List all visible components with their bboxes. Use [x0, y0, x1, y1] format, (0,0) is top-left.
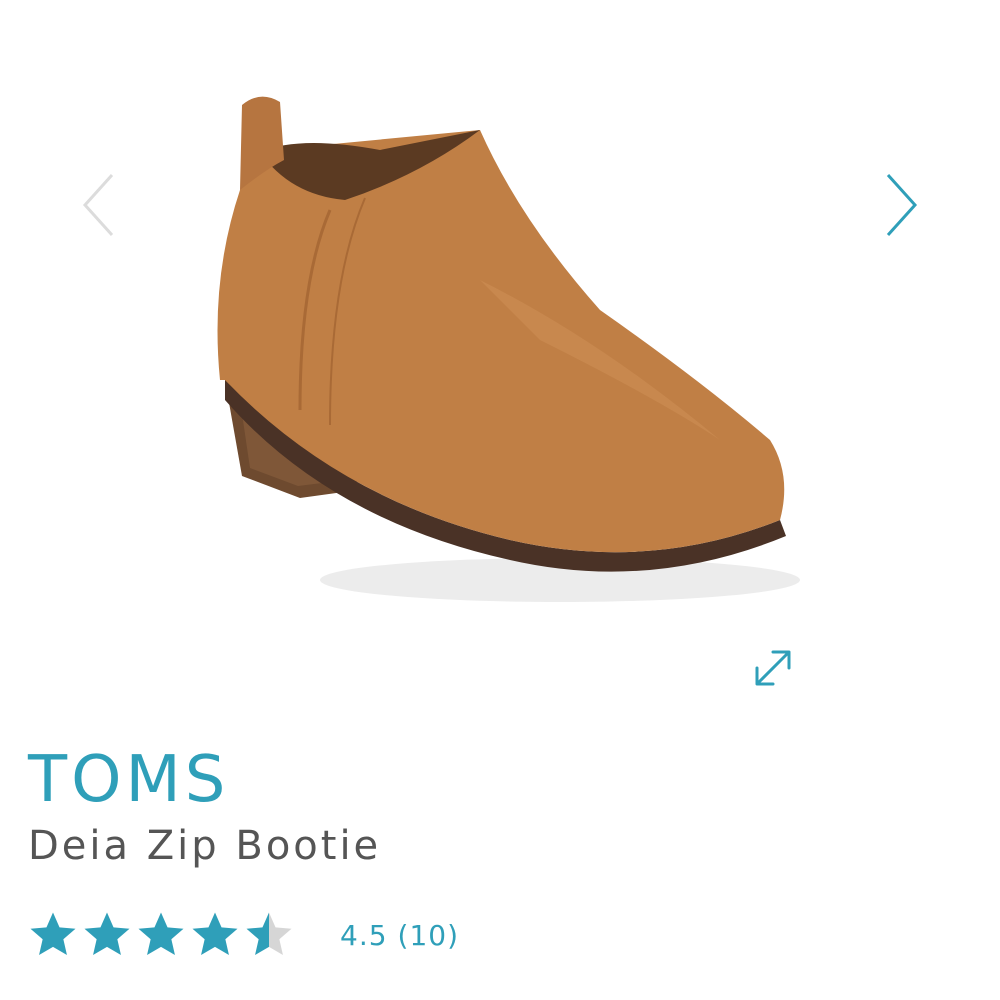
rating-text: 4.5 (10) [340, 919, 459, 952]
review-count[interactable]: (10) [398, 919, 459, 952]
next-image-button[interactable] [870, 160, 930, 250]
star-icon [192, 912, 238, 956]
chevron-left-icon [82, 173, 114, 237]
rating-summary[interactable]: 4.5 (10) [26, 905, 459, 965]
star-icon [138, 912, 184, 956]
expand-image-button[interactable] [745, 640, 801, 696]
rating-value: 4.5 [340, 918, 388, 952]
star-rating [26, 908, 296, 962]
brand-name[interactable]: TOMS [28, 748, 229, 812]
star-icon [84, 912, 130, 956]
expand-arrows-icon [755, 650, 791, 686]
product-image-gallery [0, 0, 1000, 720]
star-icon [30, 912, 76, 956]
half-star-icon [246, 912, 292, 956]
chevron-right-icon [886, 173, 918, 237]
bootie-product-image [217, 96, 800, 602]
previous-image-button[interactable] [70, 160, 130, 250]
product-title: Deia Zip Bootie [28, 823, 382, 869]
